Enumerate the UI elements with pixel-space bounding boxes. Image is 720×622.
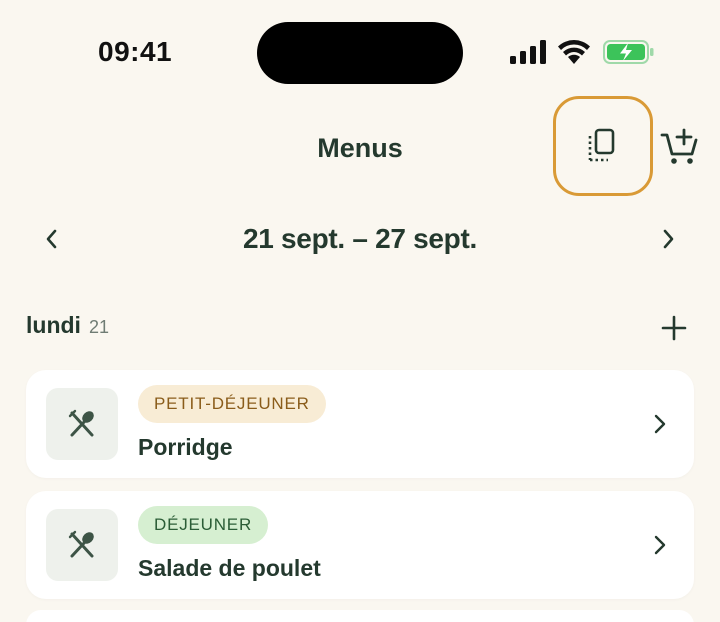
- add-to-cart-icon[interactable]: [660, 127, 700, 167]
- copy-menu-button[interactable]: [553, 96, 653, 196]
- meal-name: Salade de poulet: [138, 555, 321, 581]
- wifi-icon: [558, 40, 590, 64]
- fork-spoon-icon: [68, 409, 94, 437]
- meal-card-breakfast[interactable]: PETIT-DÉJEUNER Porridge: [26, 370, 694, 478]
- day-header: lundi 21: [26, 312, 694, 348]
- week-range-label: 21 sept. – 27 sept.: [243, 223, 477, 254]
- fork-spoon-icon: [68, 530, 94, 558]
- meal-icon-container: [46, 388, 118, 460]
- chevron-right-icon: [654, 535, 666, 555]
- meal-icon-container: [46, 509, 118, 581]
- add-meal-plus-icon[interactable]: [660, 314, 688, 342]
- meal-name: Porridge: [138, 434, 233, 460]
- dynamic-island: [257, 22, 463, 84]
- meal-card-next[interactable]: [26, 610, 694, 622]
- meal-type-badge: PETIT-DÉJEUNER: [138, 385, 326, 423]
- day-number: 21: [88, 317, 109, 337]
- status-time: 09:41: [98, 36, 173, 67]
- battery-charging-icon: [603, 40, 654, 64]
- status-bar: 09:41: [0, 0, 720, 100]
- next-week-chevron-icon[interactable]: [656, 227, 680, 251]
- cellular-signal-icon: [510, 40, 546, 64]
- copy-menu-icon: [588, 128, 615, 162]
- chevron-right-icon: [654, 414, 666, 434]
- meal-type-badge: DÉJEUNER: [138, 506, 269, 544]
- day-name: lundi: [26, 312, 81, 338]
- week-navigator: 21 sept. – 27 sept.: [0, 215, 720, 265]
- meal-card-lunch[interactable]: DÉJEUNER Salade de poulet: [26, 491, 694, 599]
